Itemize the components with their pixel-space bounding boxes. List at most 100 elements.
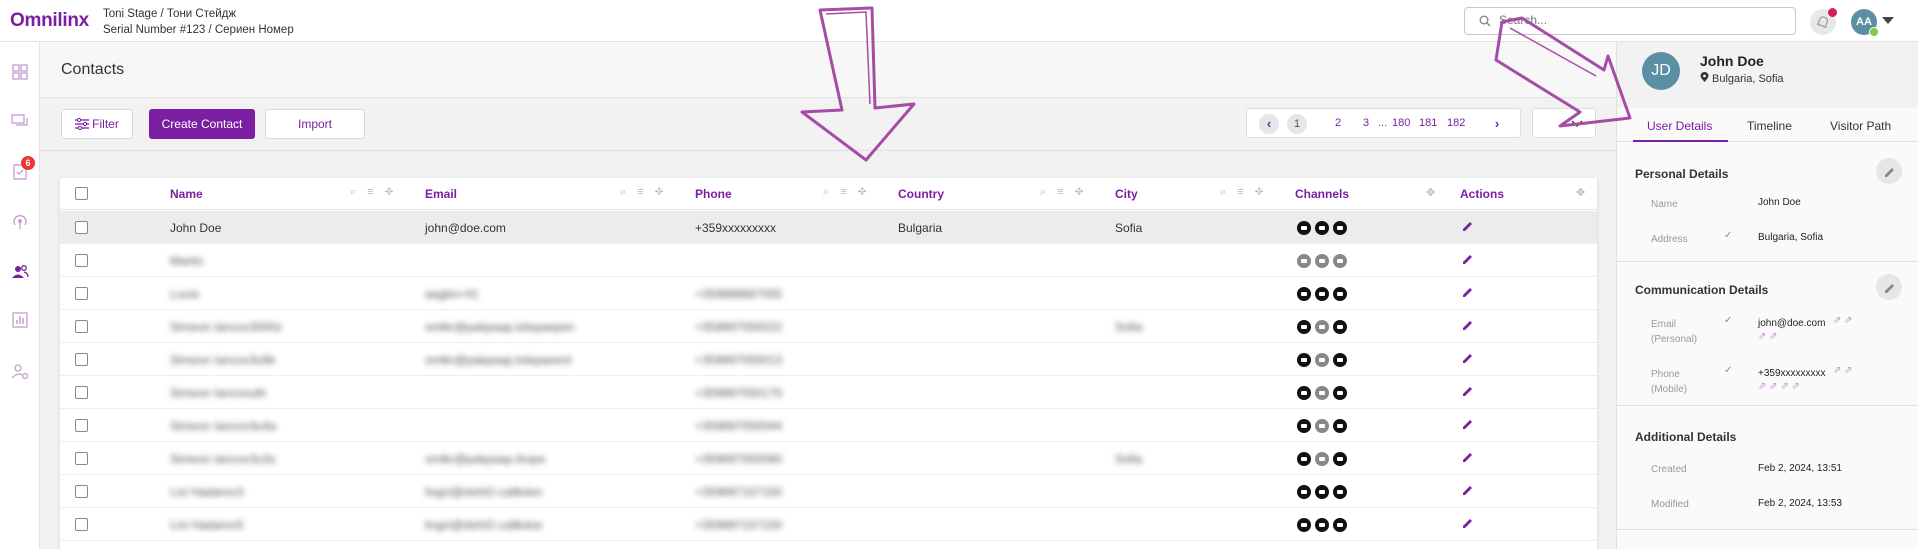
chat-channel-icon[interactable] — [1315, 320, 1329, 334]
create-contact-button[interactable]: Create Contact — [149, 109, 255, 139]
column-header-country[interactable]: Country — [898, 187, 944, 201]
phone-open-link-icon[interactable]: ⇗ ⇗ — [1833, 365, 1853, 376]
country-column-tools[interactable]: ⌕ ≡ ✥ — [1040, 186, 1087, 199]
chat-channel-icon[interactable] — [1315, 518, 1329, 532]
import-button[interactable]: Import — [265, 109, 365, 139]
tab-timeline[interactable]: Timeline — [1747, 119, 1792, 133]
page-2-button[interactable]: 2 — [1335, 117, 1341, 129]
contacts-icon[interactable] — [10, 262, 30, 282]
column-header-phone[interactable]: Phone — [695, 187, 732, 201]
user-avatar[interactable]: AA — [1851, 9, 1879, 37]
email-channel-icon[interactable] — [1333, 287, 1347, 301]
table-row[interactable]: Livi Hadarov5 livgcl@dshiO.callkdoe +35989… — [60, 508, 1597, 541]
table-row[interactable]: Simeon Iancov3u3s smtkr@pakpaap.ihope +359… — [60, 442, 1597, 475]
phone-channel-icon[interactable] — [1297, 320, 1311, 334]
next-page-button[interactable]: › — [1487, 114, 1507, 134]
column-header-channels[interactable]: Channels — [1295, 187, 1349, 201]
tab-visitor-path[interactable]: Visitor Path — [1830, 119, 1891, 133]
chat-channel-icon[interactable] — [1315, 353, 1329, 367]
phone-column-tools[interactable]: ⌕ ≡ ✥ — [823, 186, 870, 199]
email-channel-icon[interactable] — [1333, 221, 1347, 235]
phone-channel-icon[interactable] — [1297, 254, 1311, 268]
phone-channel-icon[interactable] — [1297, 419, 1311, 433]
email-open-link-icon[interactable]: ⇗ ⇗ — [1833, 315, 1853, 326]
page-180-button[interactable]: 180 — [1392, 117, 1410, 129]
name-column-tools[interactable]: ⌕ ≡ ✥ — [350, 186, 397, 199]
row-checkbox[interactable] — [75, 386, 88, 399]
page-3-button[interactable]: 3 — [1363, 117, 1369, 129]
email-channel-link-icon[interactable]: ⇗ ⇗ — [1758, 331, 1778, 342]
row-checkbox[interactable] — [75, 419, 88, 432]
phone-channel-icon[interactable] — [1297, 452, 1311, 466]
column-header-name[interactable]: Name — [170, 187, 203, 201]
actions-column-tools[interactable]: ✥ — [1576, 186, 1589, 199]
chat-channel-icon[interactable] — [1315, 485, 1329, 499]
phone-channel-icon[interactable] — [1297, 353, 1311, 367]
page-181-button[interactable]: 181 — [1419, 117, 1437, 129]
column-header-email[interactable]: Email — [425, 187, 457, 201]
city-column-tools[interactable]: ⌕ ≡ ✥ — [1220, 186, 1267, 199]
edit-row-button[interactable] — [1461, 351, 1475, 368]
page-182-button[interactable]: 182 — [1447, 117, 1465, 129]
tab-user-details[interactable]: User Details — [1647, 119, 1712, 133]
row-checkbox[interactable] — [75, 287, 88, 300]
edit-row-button[interactable] — [1461, 318, 1475, 335]
column-header-actions[interactable]: Actions — [1460, 187, 1504, 201]
table-row[interactable]: Simeon Iancovuth +359897050170 — [60, 376, 1597, 409]
table-row[interactable]: Simeon Iancov3u6k smtkr@pakpaap.lolepaeen… — [60, 343, 1597, 376]
edit-row-button[interactable] — [1461, 252, 1475, 269]
table-row[interactable]: Martin — [60, 244, 1597, 277]
edit-row-button[interactable] — [1461, 384, 1475, 401]
phone-channel-icon[interactable] — [1297, 386, 1311, 400]
chat-channel-icon[interactable] — [1315, 254, 1329, 268]
email-channel-icon[interactable] — [1333, 419, 1347, 433]
row-checkbox[interactable] — [75, 320, 88, 333]
channels-column-tools[interactable]: ✥ — [1426, 186, 1439, 199]
edit-row-button[interactable] — [1461, 417, 1475, 434]
table-row[interactable]: Lucia aagbo+41 +359888887555 — [60, 277, 1597, 310]
chat-icon[interactable] — [10, 111, 30, 131]
edit-row-button[interactable] — [1461, 219, 1475, 236]
select-all-checkbox[interactable] — [75, 187, 88, 200]
email-channel-icon[interactable] — [1333, 386, 1347, 400]
email-channel-icon[interactable] — [1333, 485, 1347, 499]
email-channel-icon[interactable] — [1333, 254, 1347, 268]
prev-page-button[interactable]: ‹ — [1259, 114, 1279, 134]
edit-row-button[interactable] — [1461, 516, 1475, 533]
chat-channel-icon[interactable] — [1315, 287, 1329, 301]
user-menu-caret-icon[interactable] — [1882, 17, 1894, 24]
chat-channel-icon[interactable] — [1315, 452, 1329, 466]
notifications-button[interactable] — [1810, 8, 1837, 35]
column-header-city[interactable]: City — [1115, 187, 1138, 201]
table-row[interactable]: Livi Hadarov3 livgcl@dshiO.callkdon +35989… — [60, 475, 1597, 508]
filter-button[interactable]: Filter — [61, 109, 133, 139]
chat-channel-icon[interactable] — [1315, 386, 1329, 400]
table-row[interactable]: Simeon Iancov3u4a +359897050044 — [60, 409, 1597, 442]
edit-personal-button[interactable] — [1876, 158, 1902, 184]
edit-communication-button[interactable] — [1876, 274, 1902, 300]
email-channel-icon[interactable] — [1333, 518, 1347, 532]
edit-row-button[interactable] — [1461, 483, 1475, 500]
email-channel-icon[interactable] — [1333, 320, 1347, 334]
page-1-button[interactable]: 1 — [1287, 114, 1307, 134]
phone-channel-icon[interactable] — [1297, 485, 1311, 499]
reports-icon[interactable] — [10, 310, 30, 330]
global-search[interactable] — [1464, 7, 1796, 35]
table-row[interactable]: Simeon Iancov3000z smtkr@pakpaap.lolepaep… — [60, 310, 1597, 343]
chat-channel-icon[interactable] — [1315, 221, 1329, 235]
row-checkbox[interactable] — [75, 452, 88, 465]
edit-row-button[interactable] — [1461, 285, 1475, 302]
chat-channel-icon[interactable] — [1315, 419, 1329, 433]
row-checkbox[interactable] — [75, 254, 88, 267]
broadcast-icon[interactable] — [10, 211, 30, 231]
dashboard-icon[interactable] — [10, 62, 30, 82]
phone-channel-icon[interactable] — [1297, 221, 1311, 235]
table-row[interactable]: John Doe john@doe.com +359xxxxxxxxx Bulgari… — [60, 211, 1597, 244]
row-checkbox[interactable] — [75, 518, 88, 531]
search-input[interactable] — [1499, 13, 1779, 27]
email-channel-icon[interactable] — [1333, 353, 1347, 367]
email-column-tools[interactable]: ⌕ ≡ ✥ — [620, 186, 667, 199]
app-logo[interactable]: Omnilinx — [10, 10, 89, 32]
edit-row-button[interactable] — [1461, 450, 1475, 467]
user-settings-icon[interactable] — [10, 362, 30, 382]
